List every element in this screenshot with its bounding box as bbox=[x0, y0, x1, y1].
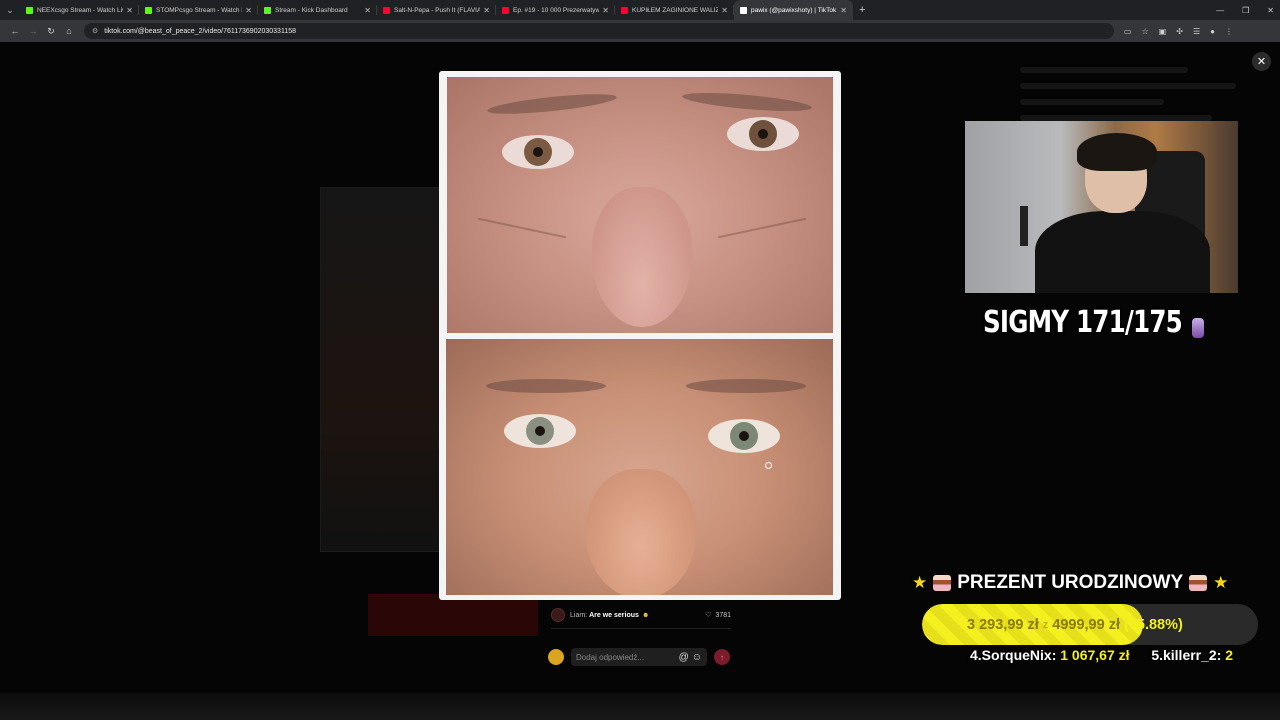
commenter-avatar[interactable] bbox=[551, 608, 565, 622]
comment-image-card[interactable] bbox=[439, 71, 841, 600]
tab-search-chevron-icon[interactable]: ⌄ bbox=[0, 0, 20, 20]
tab-title: NEEXcsgo Stream - Watch Live bbox=[37, 6, 124, 14]
donor-amount: 1 067,67 zł bbox=[1060, 647, 1130, 663]
send-reply-button[interactable]: ↑ bbox=[714, 649, 730, 665]
browser-tab[interactable]: KUPIŁEM ZAGINIONE WALIZKI ✕ bbox=[615, 0, 734, 20]
window-controls: — ❐ ✕ bbox=[1216, 0, 1274, 20]
browser-tab[interactable]: STOMPcsgo Stream - Watch Live✕ bbox=[139, 0, 258, 20]
tab-close-icon[interactable]: ✕ bbox=[602, 6, 609, 15]
goal-progress-bar: 3 293,99 zł z 4999,99 zł (65.88%) bbox=[922, 604, 1258, 645]
window-close-icon[interactable]: ✕ bbox=[1267, 6, 1274, 15]
goal-title-text: PREZENT URODZINOWY bbox=[957, 572, 1184, 593]
close-photo-button[interactable]: ✕ bbox=[1252, 52, 1271, 71]
goal-text: 3 293,99 zł z 4999,99 zł (65.88%) bbox=[922, 604, 1258, 645]
tab-favicon-icon bbox=[383, 6, 390, 14]
my-avatar bbox=[548, 649, 564, 665]
cast-icon[interactable]: ▭ bbox=[1124, 27, 1132, 36]
tab-title: Stream - Kick Dashboard bbox=[275, 6, 348, 14]
new-tab-button[interactable]: + bbox=[859, 4, 865, 16]
tab-favicon-icon bbox=[502, 6, 509, 14]
face-photo-top bbox=[447, 77, 833, 333]
tab-favicon-icon bbox=[145, 6, 152, 14]
browser-tab[interactable]: Ep. #19 - 10 000 Prezerwatyw ✕ bbox=[496, 0, 615, 20]
comment-username[interactable]: Liam: bbox=[570, 612, 587, 619]
sigmy-emote bbox=[1192, 318, 1204, 338]
goal-current: 3 293,99 zł bbox=[967, 616, 1039, 633]
like-count: 3781 bbox=[715, 611, 731, 619]
address-bar[interactable]: ⚙ tiktok.com/@beast_of_peace_2/video/761… bbox=[84, 23, 1114, 39]
background-video-thumbnail bbox=[320, 187, 440, 552]
browser-tab[interactable]: Stream - Kick Dashboard ✕ bbox=[258, 0, 377, 20]
donor-amount: 2 bbox=[1225, 647, 1234, 663]
reply-row: Dodaj odpowiedź... @ ☺ ↑ bbox=[548, 647, 733, 667]
site-info-icon[interactable]: ⚙ bbox=[92, 27, 98, 35]
star-icon: ★ bbox=[1213, 573, 1229, 592]
cake-icon bbox=[1189, 575, 1208, 591]
reply-input[interactable]: Dodaj odpowiedź... @ ☺ bbox=[571, 648, 707, 666]
top-donors: 4.SorqueNix: 1 067,67 zł 5.killerr_2: 2 bbox=[970, 647, 1233, 663]
puzzle-icon[interactable]: ✣ bbox=[1176, 27, 1183, 36]
tab-title: STOMPcsgo Stream - Watch Live bbox=[156, 6, 242, 14]
background-red-banner bbox=[368, 594, 538, 636]
comment-row: Liam: Are we serious ☻ ♡ 3781 bbox=[551, 607, 731, 623]
star-icon: ★ bbox=[912, 573, 928, 592]
tab-close-icon[interactable]: ✕ bbox=[126, 6, 133, 15]
comment-emoji: ☻ bbox=[641, 611, 650, 619]
minimize-icon[interactable]: — bbox=[1216, 6, 1224, 15]
mention-icon[interactable]: @ bbox=[679, 652, 689, 663]
browser-tab[interactable]: NEEXcsgo Stream - Watch Live ✕ bbox=[20, 0, 139, 20]
streamer-webcam bbox=[965, 121, 1238, 293]
comment-like-button[interactable]: ♡ 3781 bbox=[705, 611, 731, 620]
browser-tab-bar: ⌄ NEEXcsgo Stream - Watch Live ✕ STOMPcsgo… bbox=[0, 0, 1280, 20]
tab-favicon-icon bbox=[264, 6, 271, 14]
mouse-cursor bbox=[765, 462, 772, 469]
maximize-icon[interactable]: ❐ bbox=[1242, 6, 1249, 15]
cake-icon bbox=[933, 575, 952, 591]
browser-toolbar: ← → ↻ ⌂ ⚙ tiktok.com/@beast_of_peace_2/v… bbox=[0, 20, 1280, 42]
goal-target: 4999,99 zł bbox=[1052, 616, 1120, 633]
tab-close-icon[interactable]: ✕ bbox=[483, 6, 490, 15]
donor-label: 5.killerr_2: bbox=[1151, 647, 1222, 663]
tab-title: pawix (@pawixshoty) | TikTok bbox=[751, 6, 837, 14]
browser-tab[interactable]: Salt-N-Pepa - Push It (FLAVIA) ✕ bbox=[377, 0, 496, 20]
bookmark-star-icon[interactable]: ☆ bbox=[1142, 27, 1149, 36]
profile-icon[interactable]: ● bbox=[1210, 27, 1215, 36]
sigmy-counter: SIGMY 171/175 bbox=[983, 305, 1183, 340]
tab-title: Ep. #19 - 10 000 Prezerwatyw bbox=[513, 6, 600, 14]
tab-favicon-icon bbox=[621, 6, 628, 14]
tab-favicon-icon bbox=[26, 6, 33, 14]
home-icon[interactable]: ⌂ bbox=[60, 26, 78, 36]
sidebar-icon[interactable]: ☰ bbox=[1193, 27, 1200, 36]
heart-icon: ♡ bbox=[705, 612, 712, 619]
reply-placeholder: Dodaj odpowiedź... bbox=[576, 652, 645, 662]
tab-title: Salt-N-Pepa - Push It (FLAVIA) bbox=[394, 6, 481, 14]
tab-title: KUPIŁEM ZAGINIONE WALIZKI bbox=[632, 6, 719, 14]
comment-text: Are we serious bbox=[589, 611, 639, 619]
goal-separator: z bbox=[1042, 618, 1049, 631]
tab-close-icon[interactable]: ✕ bbox=[721, 6, 728, 15]
reload-icon[interactable]: ↻ bbox=[42, 26, 60, 37]
tab-close-icon[interactable]: ✕ bbox=[364, 6, 371, 15]
divider bbox=[551, 628, 731, 629]
forward-icon[interactable]: → bbox=[24, 26, 42, 36]
donor-label: 4.SorqueNix: bbox=[970, 647, 1057, 663]
url-text: tiktok.com/@beast_of_peace_2/video/76117… bbox=[104, 27, 296, 35]
emoji-icon[interactable]: ☺ bbox=[692, 652, 702, 663]
tab-favicon-icon bbox=[740, 6, 747, 14]
menu-icon[interactable]: ⋮ bbox=[1225, 27, 1233, 36]
tab-close-icon[interactable]: ✕ bbox=[245, 6, 252, 15]
back-icon[interactable]: ← bbox=[6, 26, 24, 36]
tab-close-icon[interactable]: ✕ bbox=[840, 6, 847, 15]
goal-title: ★ PREZENT URODZINOWY ★ bbox=[912, 572, 1272, 594]
stream-bottom-strip bbox=[0, 693, 1280, 720]
tab-strip: NEEXcsgo Stream - Watch Live ✕ STOMPcsgo S… bbox=[20, 0, 853, 20]
goal-percent: (65.88%) bbox=[1123, 616, 1183, 633]
browser-tab[interactable]: pawix (@pawixshoty) | TikTok ✕ bbox=[734, 0, 853, 20]
extension-icon[interactable]: ▣ bbox=[1159, 27, 1167, 36]
face-photo-bottom bbox=[446, 339, 833, 595]
